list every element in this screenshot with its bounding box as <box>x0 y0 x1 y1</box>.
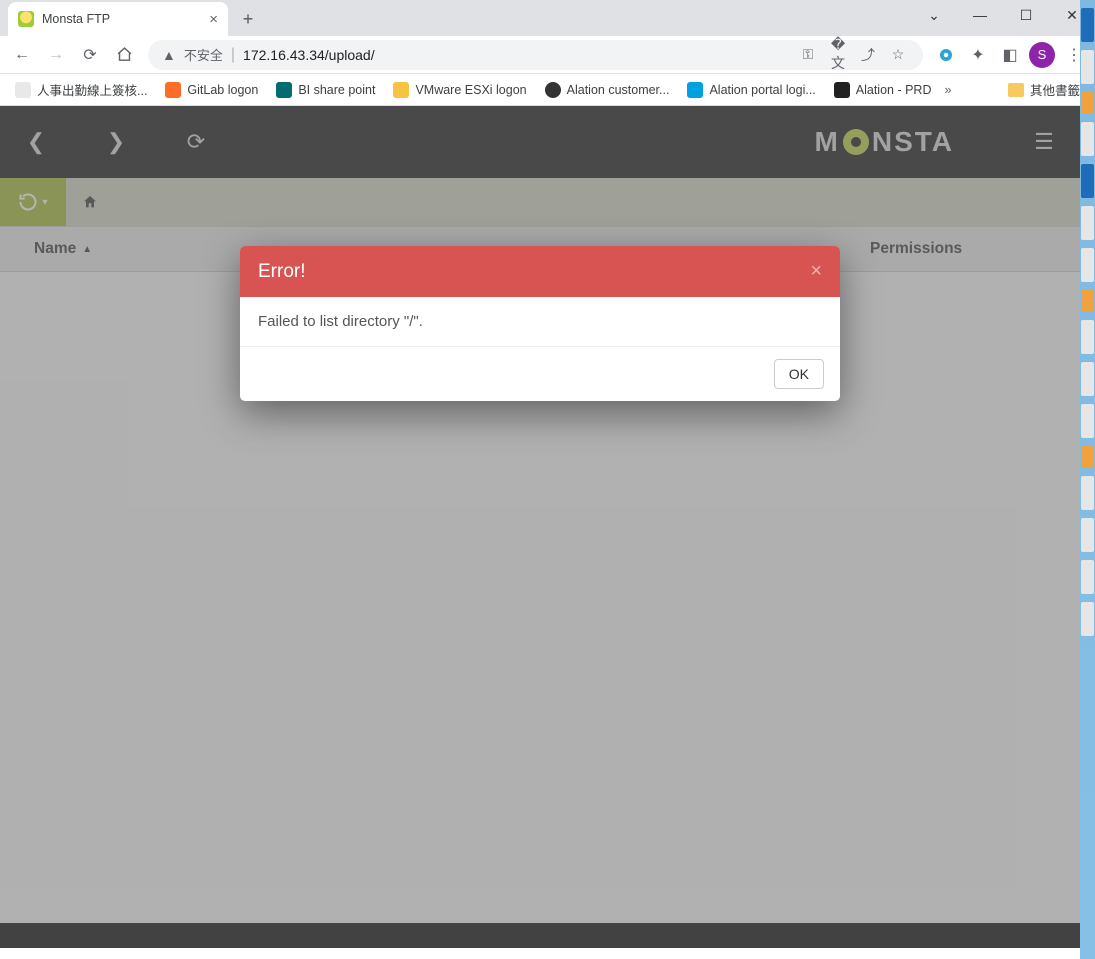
nav-back-button[interactable]: ← <box>8 41 36 69</box>
modal-message: Failed to list directory "/". <box>258 313 423 330</box>
bookmark-star-icon[interactable]: ☆ <box>887 46 909 63</box>
modal-backdrop <box>0 106 1080 948</box>
tab-title: Monsta FTP <box>42 12 110 26</box>
bookmark-label: 人事出勤線上簽核... <box>37 80 147 99</box>
folder-icon <box>1008 83 1024 97</box>
window-caret-icon[interactable]: ⌄ <box>911 0 957 30</box>
url-text: 172.16.43.34/upload/ <box>243 47 375 63</box>
bookmark-item[interactable]: BI share point <box>269 77 382 103</box>
key-icon[interactable]: ⚿ <box>797 46 819 63</box>
avatar-letter: S <box>1038 47 1047 62</box>
share-icon[interactable]: ⤴ <box>857 45 879 65</box>
error-modal: Error! × Failed to list directory "/". O… <box>240 246 840 401</box>
toolbar: ← → ⟳ ▲ 不安全 | 172.16.43.34/upload/ ⚿ �文 … <box>0 36 1095 74</box>
window-controls: ⌄ — ☐ ✕ <box>911 0 1095 30</box>
bookmark-item[interactable]: GitLab logon <box>158 77 265 103</box>
modal-ok-label: OK <box>789 366 809 382</box>
bookmark-item[interactable]: Alation portal logi... <box>680 77 822 103</box>
bookmark-item[interactable]: Alation - PRD <box>827 77 939 103</box>
browser-tab[interactable]: Monsta FTP × <box>8 2 228 36</box>
bookmark-item[interactable]: VMware ESXi logon <box>386 77 533 103</box>
bookmark-label: Alation customer... <box>567 83 670 97</box>
other-bookmarks-button[interactable]: 其他書籤 <box>1001 77 1087 103</box>
window-close-button[interactable]: ✕ <box>1049 0 1095 30</box>
window-minimize-button[interactable]: — <box>957 0 1003 30</box>
desktop-edge <box>1080 0 1095 959</box>
modal-ok-button[interactable]: OK <box>774 359 824 389</box>
modal-footer: OK <box>240 347 840 401</box>
bookmark-label: Alation - PRD <box>856 83 932 97</box>
translate-icon[interactable]: �文 <box>827 36 849 73</box>
new-tab-button[interactable]: + <box>234 5 262 33</box>
app-viewport: ❮ ❯ ⟳ M NSTA ☰ ▾ Name ▲ Permissions <box>0 106 1080 948</box>
bookmark-item[interactable]: 人事出勤線上簽核... <box>8 77 154 103</box>
bookmark-item[interactable]: Alation customer... <box>538 77 677 103</box>
bookmark-label: GitLab logon <box>187 83 258 97</box>
address-separator: | <box>231 46 235 64</box>
other-bookmarks-label: 其他書籤 <box>1030 80 1080 99</box>
bookmarks-overflow-button[interactable]: » <box>945 83 952 97</box>
bookmarks-bar: 人事出勤線上簽核... GitLab logon BI share point … <box>0 74 1095 106</box>
address-bar[interactable]: ▲ 不安全 | 172.16.43.34/upload/ ⚿ �文 ⤴ ☆ <box>148 40 923 70</box>
modal-body: Failed to list directory "/". <box>240 297 840 347</box>
window-maximize-button[interactable]: ☐ <box>1003 0 1049 30</box>
insecure-warning-icon: ▲ <box>162 47 176 63</box>
tab-close-button[interactable]: × <box>209 11 218 28</box>
modal-header: Error! × <box>240 246 840 297</box>
nav-reload-button[interactable]: ⟳ <box>76 41 104 69</box>
sidepanel-icon[interactable]: ◧ <box>997 42 1023 68</box>
profile-avatar[interactable]: S <box>1029 42 1055 68</box>
modal-close-button[interactable]: × <box>810 260 822 283</box>
extensions-puzzle-icon[interactable]: ✦ <box>965 42 991 68</box>
nav-home-button[interactable] <box>110 41 138 69</box>
bookmark-label: VMware ESXi logon <box>415 83 526 97</box>
tab-favicon-icon <box>18 11 34 27</box>
extension-shield-icon[interactable] <box>933 42 959 68</box>
bookmark-label: BI share point <box>298 83 375 97</box>
bookmark-label: Alation portal logi... <box>709 83 815 97</box>
insecure-label: 不安全 <box>184 45 223 64</box>
modal-title: Error! <box>258 261 306 283</box>
nav-forward-button[interactable]: → <box>42 41 70 69</box>
